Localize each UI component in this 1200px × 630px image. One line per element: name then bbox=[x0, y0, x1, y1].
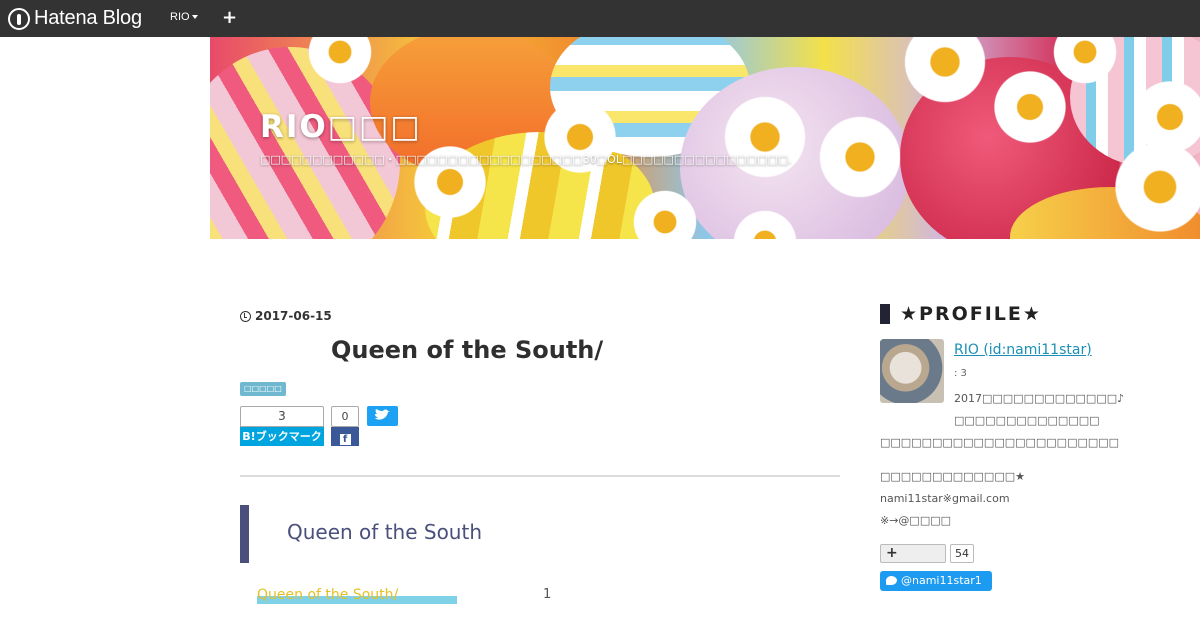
blog-title[interactable]: RIO□□□ bbox=[260, 109, 422, 145]
profile-bio-line: 2017□□□□□□□□□□□□□♪ bbox=[954, 392, 1125, 405]
hatena-blog-logo[interactable]: Hatena Blog bbox=[8, 7, 142, 30]
profile-contact-line: nami11star※gmail.com bbox=[880, 492, 1010, 505]
profile-contact-line: ※→@□□□□ bbox=[880, 514, 952, 527]
heading-accent-bar bbox=[240, 505, 249, 563]
hatena-logo-icon bbox=[8, 7, 30, 30]
entry-date-text: 2017-06-15 bbox=[255, 309, 332, 323]
daisy-image bbox=[990, 67, 1070, 147]
plus-icon: + bbox=[886, 545, 898, 561]
profile-subtext: : 3 bbox=[954, 368, 967, 379]
sidebar-profile-heading: ★PROFILE★ bbox=[880, 303, 1042, 325]
twitter-share-button[interactable] bbox=[367, 406, 398, 426]
facebook-label: f bbox=[331, 427, 359, 446]
toc-link[interactable]: Queen of the South/ bbox=[257, 587, 398, 603]
logo-text: Hatena Blog bbox=[34, 7, 142, 29]
follower-count: 54 bbox=[950, 544, 974, 563]
user-menu[interactable]: RIO bbox=[170, 11, 198, 23]
entry-divider bbox=[240, 475, 840, 477]
clock-icon bbox=[240, 310, 251, 322]
daisy-image bbox=[1130, 77, 1200, 157]
blog-description: □□□□□□□□□□□□・□□□□□□□□□□□□□□□□□□30□OL□□□□… bbox=[260, 153, 792, 166]
reader-follow-widget: + 54 bbox=[880, 544, 974, 563]
profile-name-link[interactable]: RIO (id:nami11star) bbox=[954, 342, 1092, 358]
twitter-icon bbox=[375, 409, 390, 420]
heading-accent-bar bbox=[880, 304, 890, 324]
twitter-icon bbox=[886, 576, 897, 585]
section-heading: Queen of the South bbox=[287, 520, 482, 544]
daisy-image bbox=[720, 92, 810, 182]
daisy-image bbox=[815, 112, 905, 202]
global-header: Hatena Blog RIO + bbox=[0, 0, 1200, 37]
toc-number: 1 bbox=[543, 587, 552, 602]
hatena-bookmark-button[interactable]: 3 B!ブックマーク bbox=[240, 406, 324, 446]
plus-icon: + bbox=[222, 7, 238, 28]
blog-header-banner: RIO□□□ □□□□□□□□□□□□・□□□□□□□□□□□□□□□□□□30… bbox=[210, 37, 1200, 239]
facebook-icon: f bbox=[339, 434, 351, 445]
twitter-handle: @nami11star1 bbox=[901, 574, 982, 587]
caret-down-icon bbox=[191, 15, 198, 20]
bookmark-label: B!ブックマーク bbox=[240, 427, 324, 446]
user-menu-label: RIO bbox=[170, 11, 190, 23]
follow-button[interactable]: + bbox=[880, 544, 946, 563]
profile-contact-line: □□□□□□□□□□□□□★ bbox=[880, 470, 1025, 483]
profile-bio-line: □□□□□□□□□□□□□□ bbox=[954, 414, 1100, 427]
add-button[interactable]: + bbox=[222, 7, 237, 28]
entry-title[interactable]: Queen of the South/ bbox=[331, 336, 603, 364]
facebook-share-button[interactable]: 0 f bbox=[331, 406, 359, 446]
sidebar-title: ★PROFILE★ bbox=[900, 303, 1042, 325]
category-label[interactable]: □□□□□ bbox=[240, 382, 286, 396]
facebook-count: 0 bbox=[331, 406, 359, 427]
bookmark-count: 3 bbox=[240, 406, 324, 427]
twitter-follow-button[interactable]: @nami11star1 bbox=[880, 571, 992, 591]
entry-date[interactable]: 2017-06-15 bbox=[240, 309, 332, 323]
profile-bio-line: □□□□□□□□□□□□□□□□□□□□□□□ bbox=[880, 436, 1120, 449]
avatar[interactable] bbox=[880, 339, 944, 403]
